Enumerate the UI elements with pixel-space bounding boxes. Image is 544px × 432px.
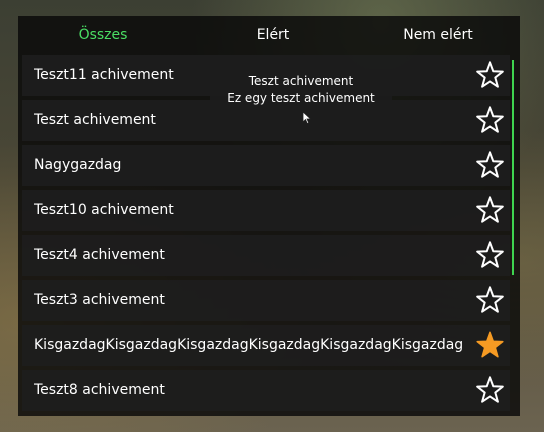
achievement-row[interactable]: Teszt4 achivement (22, 235, 510, 276)
achievement-label: Teszt3 achivement (34, 292, 165, 308)
tab-not-achieved[interactable]: Nem elért (388, 16, 488, 54)
achievement-label: KisgazdagKisgazdagKisgazdagKisgazdagKisg… (34, 337, 462, 353)
achievement-row[interactable]: Teszt3 achivement (22, 280, 510, 321)
achievement-row[interactable]: Teszt10 achivement (22, 190, 510, 231)
achievement-row[interactable]: Nagygazdag (22, 145, 510, 186)
outline-star-icon (476, 376, 504, 403)
achievement-row[interactable]: KisgazdagKisgazdagKisgazdagKisgazdagKisg… (22, 325, 510, 366)
achievement-label: Teszt4 achivement (34, 247, 165, 263)
tab-all[interactable]: Összes (58, 16, 148, 54)
achievement-label: Teszt10 achivement (34, 202, 174, 218)
outline-star-icon (476, 151, 504, 178)
achievement-tooltip: Teszt achivement Ez egy teszt achivement (210, 69, 392, 109)
outline-star-icon (476, 241, 504, 268)
tab-achieved[interactable]: Elért (228, 16, 318, 54)
outline-star-icon (476, 196, 504, 223)
outline-star-icon (476, 61, 504, 88)
outline-star-icon (476, 286, 504, 313)
filled-star-icon (476, 331, 504, 358)
tooltip-title: Teszt achivement (248, 74, 354, 88)
tooltip-description: Ez egy teszt achivement (227, 91, 375, 105)
outline-star-icon (476, 106, 504, 133)
achievement-row[interactable]: Teszt8 achivement (22, 370, 510, 411)
mouse-cursor-icon (302, 111, 312, 125)
achievement-label: Teszt8 achivement (34, 382, 165, 398)
tab-bar: Összes Elért Nem elért (18, 16, 520, 54)
achievement-label: Nagygazdag (34, 157, 122, 173)
scrollbar[interactable] (512, 60, 514, 275)
